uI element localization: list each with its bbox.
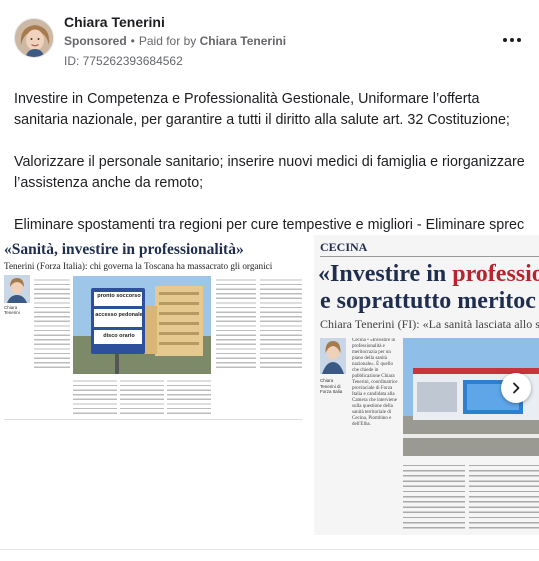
body-paragraph-3[interactable]: Eliminare spostamenti tra regioni per cu… (14, 215, 526, 236)
more-options-button[interactable] (501, 30, 523, 50)
slide2-headline-a: «Investire in (318, 261, 453, 287)
paid-for-prefix: Paid for by (138, 34, 197, 48)
media-carousel[interactable]: «Sanità, investire in professionalità» T… (0, 235, 539, 535)
ad-card: Chiara Tenerini Sponsored • Paid for by Ch… (0, 0, 539, 561)
paid-for-name: Chiara Tenerini (199, 34, 287, 48)
slide2-article-lead: Cecina • «Investire in professionalità e… (352, 338, 398, 427)
slide1-sign-line-3: disco orario (103, 333, 135, 339)
advertiser-name[interactable]: Chiara Tenerini (64, 14, 165, 30)
avatar-image (15, 19, 53, 57)
slide1-subheadline: Tenerini (Forza Italia): chi governa la … (4, 261, 273, 271)
more-dot (517, 38, 521, 42)
more-dot (510, 38, 514, 42)
slide2-subheadline: Chiara Tenerini (FI): «La sanità lasciat… (320, 317, 539, 331)
slide1-portrait (4, 275, 30, 303)
slide2-section-label: CECINA (320, 240, 368, 254)
slide1-headline: «Sanità, investire in professionalità» (4, 241, 244, 258)
slide1-sign-line-2: accesso pedonale (95, 312, 143, 318)
slide1-column-2 (216, 276, 256, 368)
slide1-hospital-photo (73, 276, 211, 374)
separator-dot: • (130, 34, 135, 48)
ad-id: ID: 775262393684562 (64, 54, 183, 68)
slide2-headline-line-1: «Investire in professio (318, 261, 539, 288)
slide2-portrait (320, 338, 346, 374)
slide1-column-1 (34, 276, 70, 368)
advertiser-avatar[interactable] (14, 18, 54, 58)
card-bottom-divider (0, 549, 539, 550)
carousel-next-button[interactable] (501, 373, 531, 403)
slide1-column-3 (260, 276, 302, 368)
slide2-photo-caption: Chiara Tenerini di Forza Italia (320, 378, 343, 394)
slide2-column-3 (469, 461, 539, 529)
body-paragraph-1: Investire in Competenza e Professionalit… (14, 91, 510, 128)
chevron-right-icon (513, 382, 520, 394)
carousel-slide-1[interactable]: «Sanità, investire in professionalità» T… (0, 235, 306, 535)
slide1-photo-caption: Chiara Tenerini (4, 305, 20, 315)
body-paragraph-2: Valorizzare il personale sanitario; inse… (14, 154, 525, 191)
more-horizontal-icon (503, 38, 507, 42)
slide2-column-2 (403, 461, 465, 529)
ad-body-text: Investire in Competenza e Professionalit… (14, 89, 526, 236)
slide1-column-4 (73, 377, 211, 415)
slide2-section-rule (320, 256, 539, 257)
slide2-headline-b: professio (452, 261, 539, 287)
slide1-bottom-rule (4, 419, 302, 420)
slide1-sign-line-1: pronto soccorso (97, 293, 141, 299)
sponsored-label: Sponsored (64, 34, 127, 48)
slide2-headline-line-2: e soprattutto meritoc (320, 288, 536, 314)
sponsored-meta: Sponsored • Paid for by Chiara Tenerini (64, 34, 286, 48)
